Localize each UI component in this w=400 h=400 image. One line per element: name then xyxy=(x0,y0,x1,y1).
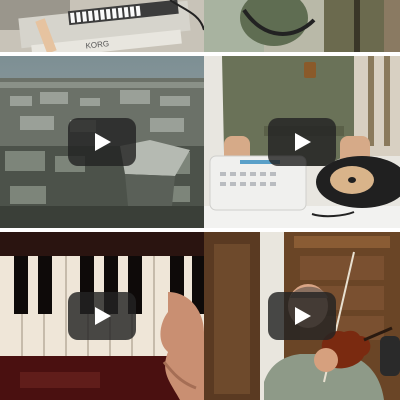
play-button[interactable] xyxy=(68,292,136,340)
video-thumbnail-piano[interactable] xyxy=(0,232,204,400)
video-thumbnail-city[interactable] xyxy=(0,56,204,228)
video-thumbnail-grid: KORG xyxy=(0,0,400,400)
video-thumbnail-synth[interactable]: KORG xyxy=(0,0,204,52)
play-icon xyxy=(95,133,111,151)
synth-thumbnail-image: KORG xyxy=(0,0,204,52)
play-icon xyxy=(295,307,311,325)
video-thumbnail-top-right[interactable] xyxy=(204,0,400,52)
play-icon xyxy=(95,307,111,325)
play-button[interactable] xyxy=(268,292,336,340)
video-thumbnail-violin[interactable] xyxy=(204,232,400,400)
play-button[interactable] xyxy=(68,118,136,166)
play-button[interactable] xyxy=(268,118,336,166)
top-right-thumbnail-image xyxy=(204,0,400,52)
video-thumbnail-omnichord[interactable] xyxy=(204,56,400,228)
play-icon xyxy=(295,133,311,151)
